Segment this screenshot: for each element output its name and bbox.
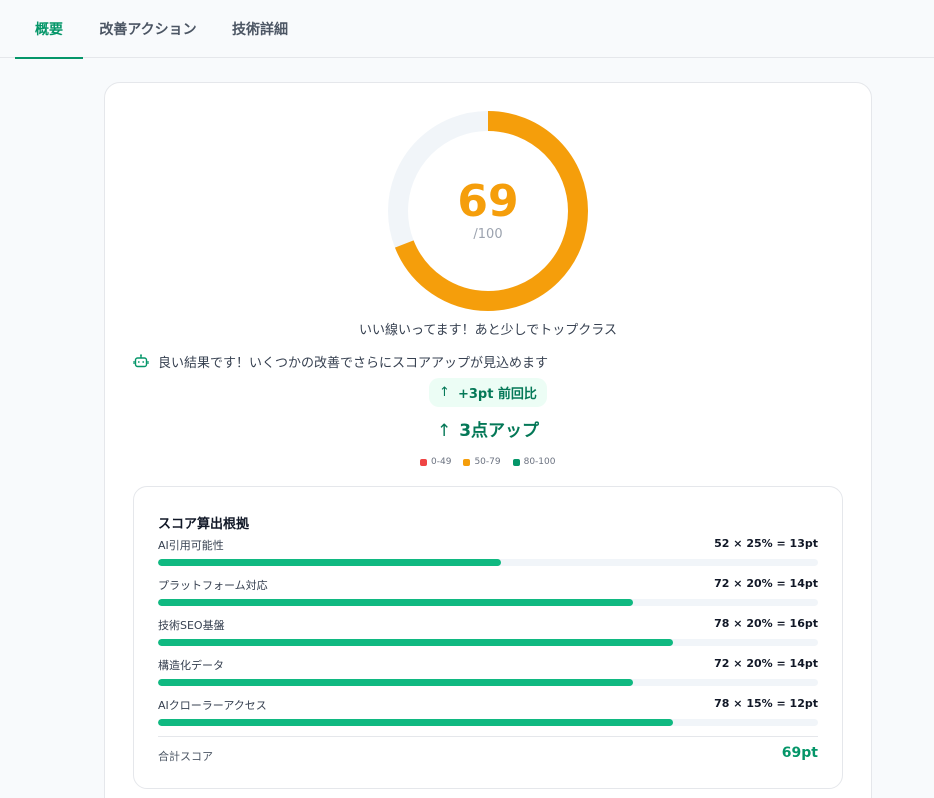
basis-row-label: プラットフォーム対応 xyxy=(158,579,268,592)
score-max: /100 xyxy=(473,227,503,242)
legend-swatch xyxy=(463,458,471,466)
total-score-value: 69pt xyxy=(781,745,818,761)
score-basis-title: スコア算出根拠 xyxy=(158,517,250,532)
tab-improvement-actions[interactable]: 改善アクション xyxy=(95,0,201,58)
legend-swatch xyxy=(512,458,520,466)
divider xyxy=(158,736,818,737)
delta-badge: ↑ +3pt 前回比 xyxy=(429,378,547,407)
score-basis-card: スコア算出根拠 AI引用可能性 52 × 25% = 13pt プラットフォーム… xyxy=(133,486,843,789)
progress-fill xyxy=(158,639,673,646)
basis-row-label: AI引用可能性 xyxy=(158,539,224,552)
legend-label: 50-79 xyxy=(474,457,501,467)
basis-row-calc: 72 × 20% = 14pt xyxy=(714,577,818,590)
legend-label: 80-100 xyxy=(523,457,556,467)
legend-item-mid: 50-79 xyxy=(463,457,501,467)
progress-fill xyxy=(158,679,634,686)
score-gauge: 69 /100 xyxy=(386,109,590,313)
score-legend: 0-49 50-79 80-100 xyxy=(420,456,555,468)
tab-overview[interactable]: 概要 xyxy=(15,0,83,59)
delta-summary: ↑ 3点アップ xyxy=(0,416,934,441)
basis-row-label: 技術SEO基盤 xyxy=(158,619,225,632)
ai-comment-text: 良い結果です！いくつかの改善でさらにスコアアップが見込めます xyxy=(158,355,549,371)
progress-track xyxy=(158,679,818,686)
progress-fill xyxy=(158,599,634,606)
legend-item-high: 80-100 xyxy=(512,457,556,467)
progress-track xyxy=(158,559,818,566)
delta-summary-text: 3点アップ xyxy=(459,421,540,441)
basis-row-structured-data: 構造化データ 72 × 20% = 14pt xyxy=(158,657,818,691)
tab-bar: 概要 改善アクション 技術詳細 xyxy=(0,0,934,59)
basis-row-technical-seo: 技術SEO基盤 78 × 20% = 16pt xyxy=(158,617,818,651)
legend-swatch xyxy=(420,458,427,466)
legend-item-low: 0-49 xyxy=(420,457,451,467)
basis-row-label: 構造化データ xyxy=(158,659,224,672)
basis-row-ai-crawler-access: AIクローラーアクセス 78 × 15% = 12pt xyxy=(158,697,818,731)
tab-technical-details[interactable]: 技術詳細 xyxy=(219,0,301,58)
progress-track xyxy=(158,719,818,726)
basis-row-label: AIクローラーアクセス xyxy=(158,699,267,712)
robot-icon xyxy=(133,353,149,369)
progress-fill xyxy=(158,719,673,726)
basis-row-calc: 78 × 20% = 16pt xyxy=(714,617,818,630)
basis-row-platform-support: プラットフォーム対応 72 × 20% = 14pt xyxy=(158,577,818,611)
basis-row-calc: 72 × 20% = 14pt xyxy=(714,657,818,670)
arrow-up-icon: ↑ xyxy=(436,421,452,441)
basis-row-calc: 52 × 25% = 13pt xyxy=(714,537,818,550)
progress-track xyxy=(158,599,818,606)
basis-row-ai-citability: AI引用可能性 52 × 25% = 13pt xyxy=(158,537,818,571)
progress-fill xyxy=(158,559,502,566)
delta-badge-text: +3pt 前回比 xyxy=(457,387,537,402)
progress-track xyxy=(158,639,818,646)
score-value: 69 xyxy=(457,176,519,227)
score-tagline: いい線いってます！あと少しでトップクラス xyxy=(358,323,618,338)
legend-label: 0-49 xyxy=(431,457,452,467)
ai-comment: 良い結果です！いくつかの改善でさらにスコアアップが見込めます xyxy=(133,351,548,371)
arrow-up-icon: ↑ xyxy=(439,385,450,400)
basis-row-calc: 78 × 15% = 12pt xyxy=(714,697,818,710)
total-score-label: 合計スコア xyxy=(158,750,213,763)
